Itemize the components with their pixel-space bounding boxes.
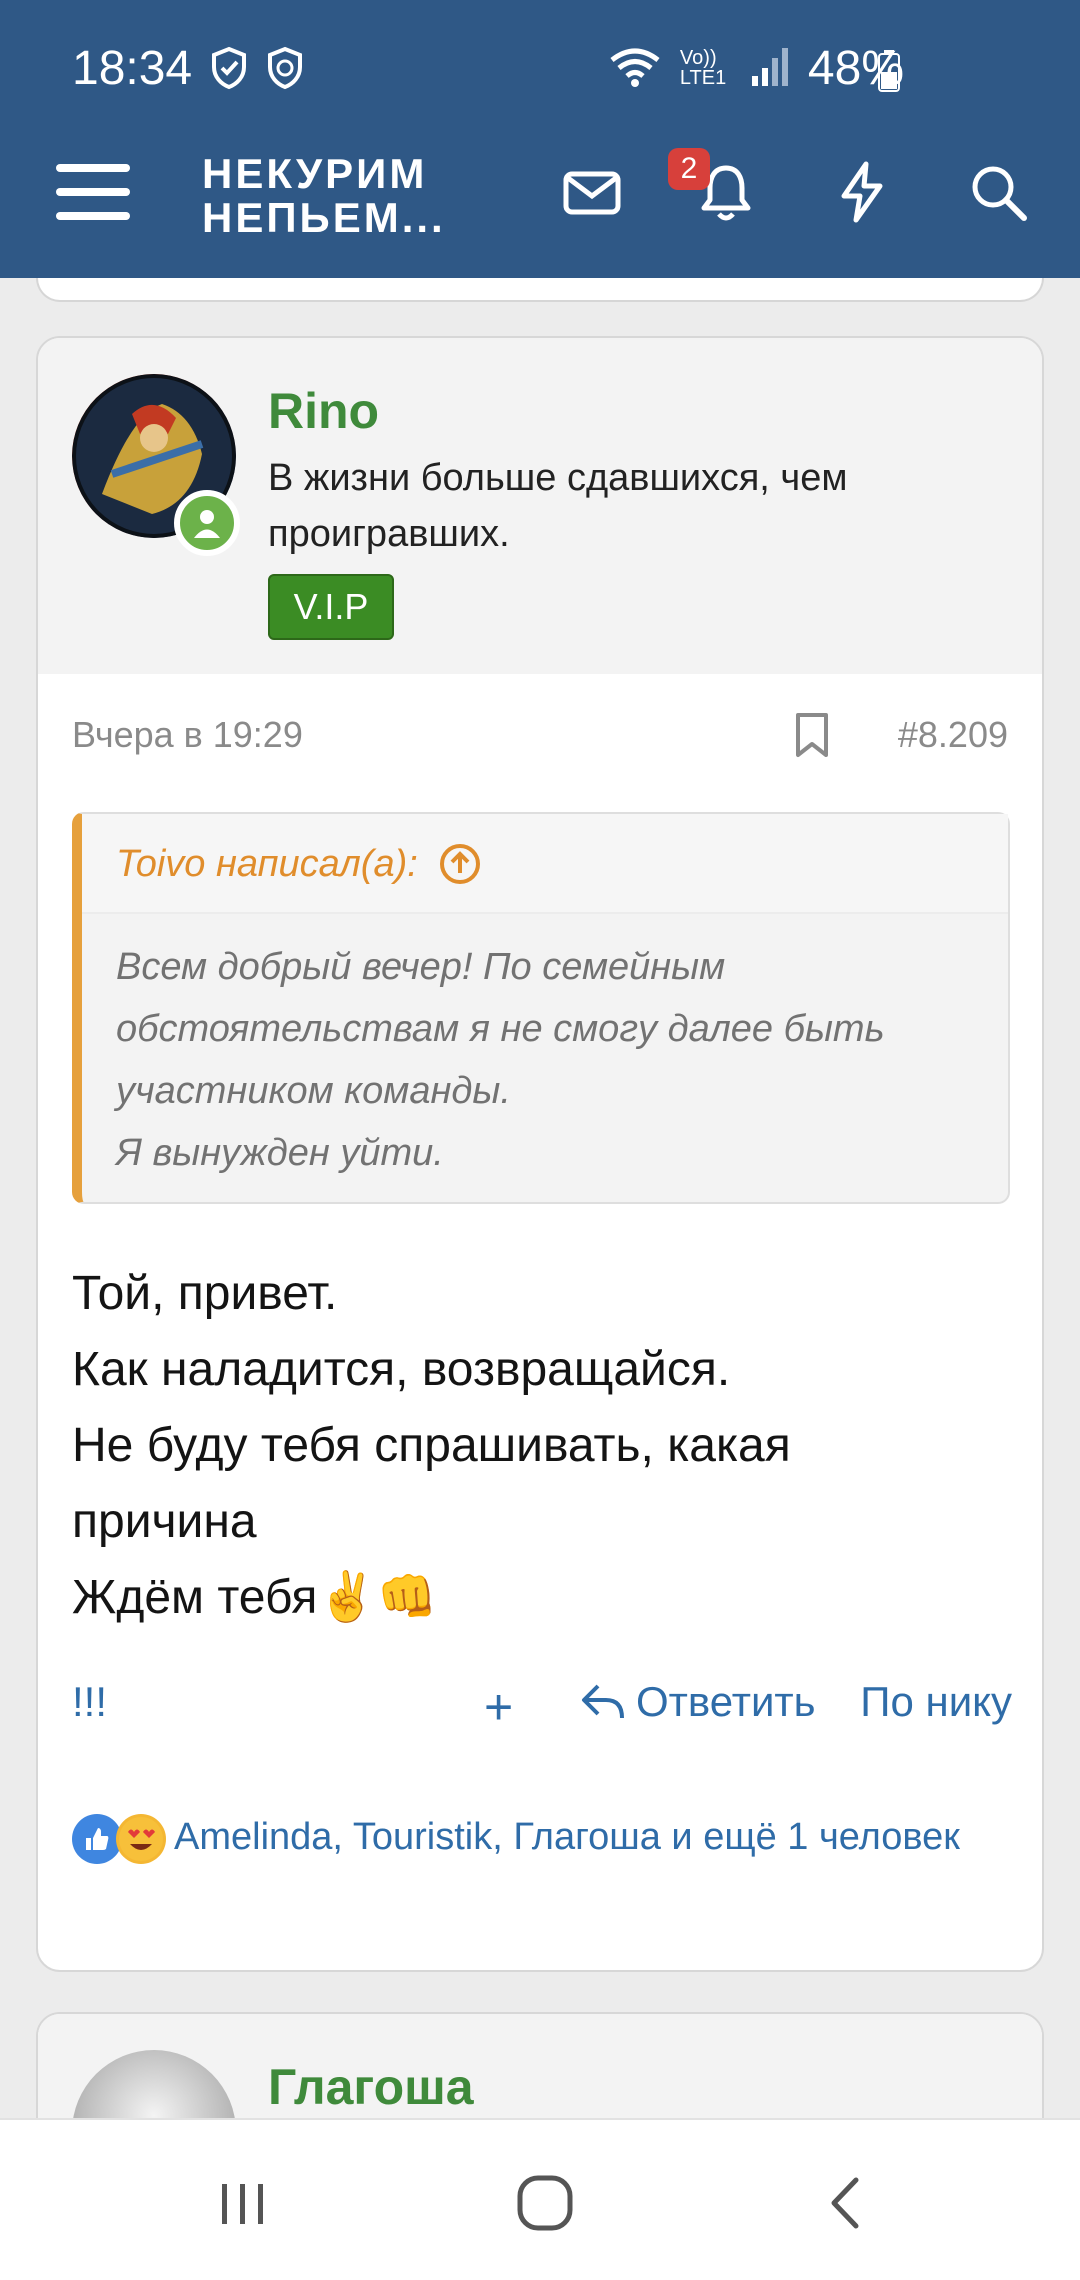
post-card: Rino В жизни больше сдавшихся, чем проиг… <box>36 336 1044 1972</box>
battery-icon <box>878 50 900 92</box>
status-bar-right: Vo)) LTE1 48% <box>608 38 904 98</box>
back-icon[interactable] <box>812 2168 882 2238</box>
love-reaction-icon <box>116 1813 166 1864</box>
system-navigation-bar <box>0 2118 1080 2280</box>
search-icon[interactable] <box>966 160 1030 224</box>
like-reaction-icon <box>72 1813 122 1864</box>
post-number[interactable]: #8.209 <box>898 714 1008 756</box>
quote-block: Toivo написал(а): Всем добрый вечер! По … <box>72 812 1010 1204</box>
online-status-icon <box>174 490 240 556</box>
signal-icon <box>750 46 790 90</box>
notification-badge[interactable]: 2 <box>668 148 710 190</box>
reactions-summary[interactable]: Amelinda, Touristik, Глагоша и ещё 1 чел… <box>72 1808 992 1866</box>
quote-header: Toivo написал(а): <box>82 814 1008 914</box>
mail-icon[interactable] <box>560 160 624 224</box>
status-bar-left: 18:34 <box>72 38 304 98</box>
reply-by-nick-button[interactable]: По нику <box>860 1678 1012 1726</box>
lightning-icon[interactable] <box>830 160 894 224</box>
username[interactable]: Глагоша <box>268 2058 474 2116</box>
recent-apps-icon[interactable] <box>208 2168 278 2238</box>
post-date[interactable]: Вчера в 19:29 <box>72 714 303 756</box>
wifi-icon <box>608 46 662 90</box>
exclaim-reaction-button[interactable]: !!! <box>72 1678 107 1726</box>
arrow-up-circle-icon <box>439 844 480 884</box>
post-actions: !!! + Ответить По нику <box>72 1678 1012 1738</box>
network-type: Vo)) LTE1 <box>679 47 727 89</box>
status-time: 18:34 <box>72 41 193 95</box>
post-user-header: Rino В жизни больше сдавшихся, чем проиг… <box>38 338 1042 674</box>
bookmark-icon[interactable] <box>792 712 832 758</box>
top-header: 18:34 Vo)) LTE1 48% НЕКУРИМ НЕПЬЕМ... 2 <box>0 0 1080 278</box>
shield-icon <box>210 46 248 90</box>
post-body: Той, привет. Как наладится, возвращайся.… <box>72 1267 791 1624</box>
username[interactable]: Rino <box>268 382 379 440</box>
menu-icon[interactable] <box>56 160 130 224</box>
reply-button[interactable]: Ответить <box>580 1678 816 1726</box>
quote-text: Всем добрый вечер! По семейным обстоятел… <box>116 946 885 1174</box>
user-title: В жизни больше сдавшихся, чем проигравши… <box>268 457 848 555</box>
home-icon[interactable] <box>510 2168 580 2238</box>
user-badge: V.I.P <box>268 574 394 640</box>
site-logo[interactable]: НЕКУРИМ НЕПЬЕМ... <box>202 152 446 240</box>
quote-author-link[interactable]: Toivo написал(а): <box>116 842 482 886</box>
reply-icon <box>582 1684 624 1719</box>
shield-clock-icon <box>266 46 304 90</box>
add-reaction-button[interactable]: + <box>484 1678 513 1736</box>
